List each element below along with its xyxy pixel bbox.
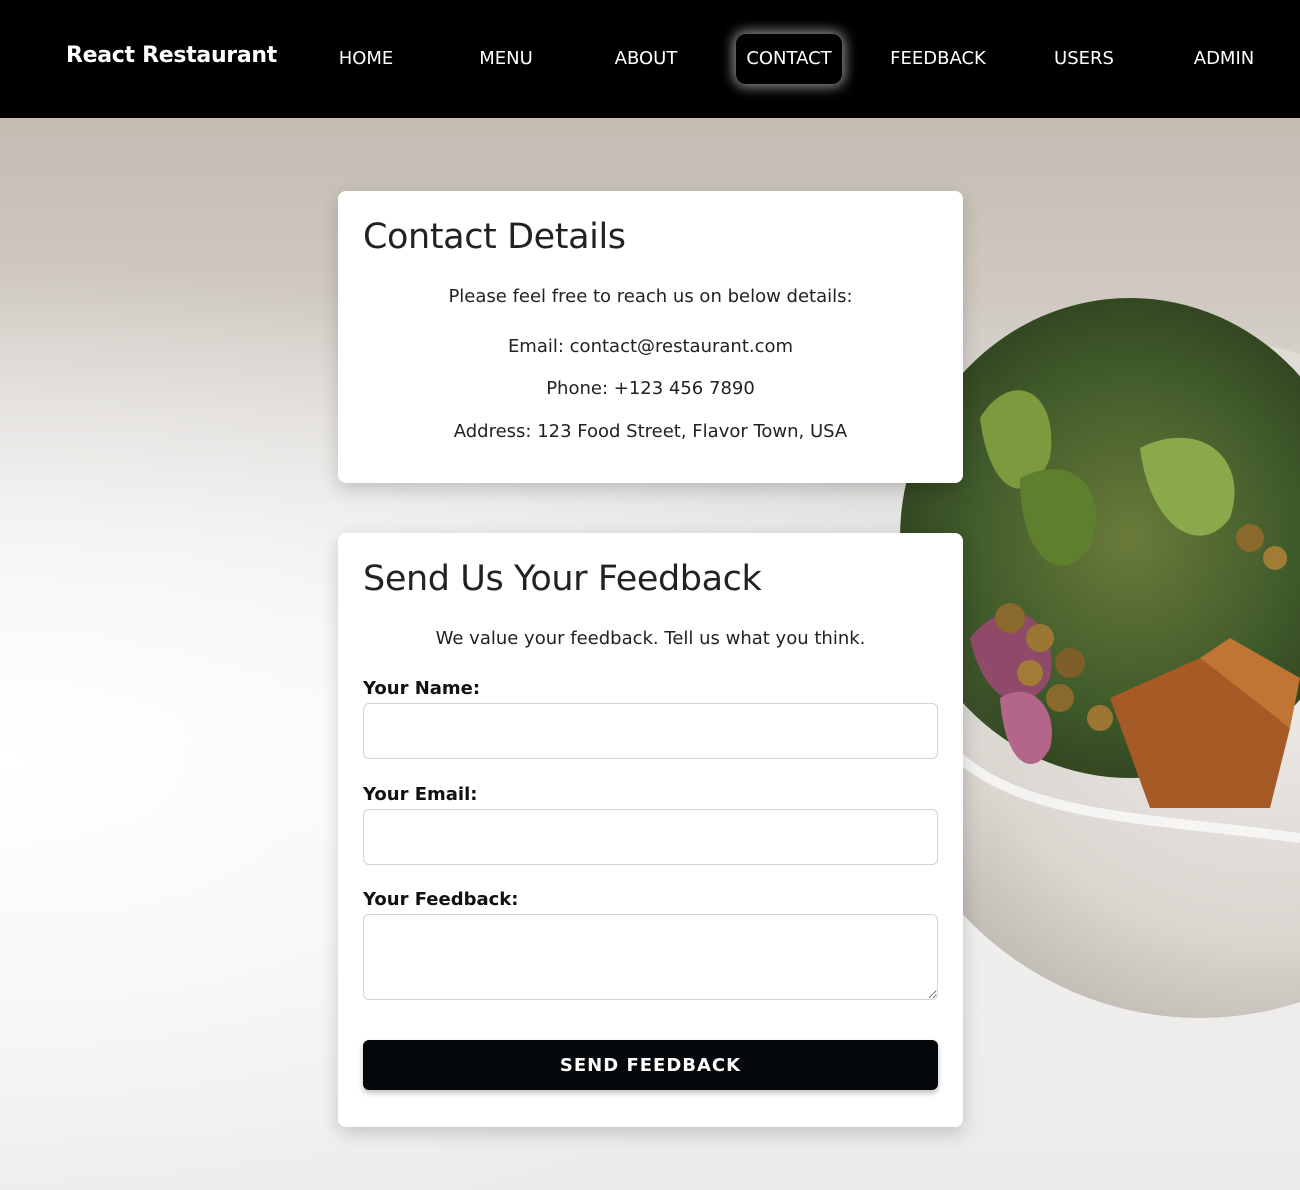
contact-details-card: Contact Details Please feel free to reac… xyxy=(338,191,963,483)
contact-details-title: Contact Details xyxy=(363,217,626,257)
nav-link-users[interactable]: USERS xyxy=(1040,34,1128,84)
email-field-label: Your Email: xyxy=(363,784,478,805)
email-input[interactable] xyxy=(363,809,938,865)
nav-link-menu[interactable]: MENU xyxy=(460,34,552,84)
name-input[interactable] xyxy=(363,703,938,759)
nav-link-feedback[interactable]: FEEDBACK xyxy=(878,34,998,84)
feedback-field-label: Your Feedback: xyxy=(363,889,519,910)
contact-address: Address: 123 Food Street, Flavor Town, U… xyxy=(453,421,848,442)
nav-link-about[interactable]: ABOUT xyxy=(598,34,694,84)
feedback-textarea[interactable] xyxy=(363,914,938,1000)
contact-intro-text: Please feel free to reach us on below de… xyxy=(448,286,853,307)
send-feedback-button[interactable]: SEND FEEDBACK xyxy=(363,1040,938,1090)
nav-link-contact[interactable]: CONTACT xyxy=(736,34,842,84)
feedback-intro-text: We value your feedback. Tell us what you… xyxy=(435,628,866,649)
feedback-title: Send Us Your Feedback xyxy=(363,559,762,599)
name-field-label: Your Name: xyxy=(363,678,481,699)
feedback-form-card: Send Us Your Feedback We value your feed… xyxy=(338,533,963,1127)
contact-email: Email: contact@restaurant.com xyxy=(507,336,794,357)
contact-phone: Phone: +123 456 7890 xyxy=(546,378,755,399)
nav-link-home[interactable]: HOME xyxy=(320,34,412,84)
nav-link-admin[interactable]: ADMIN xyxy=(1176,34,1272,84)
top-navbar: React Restaurant HOME MENU ABOUT CONTACT… xyxy=(0,0,1300,118)
brand-logo-text[interactable]: React Restaurant xyxy=(66,43,277,68)
